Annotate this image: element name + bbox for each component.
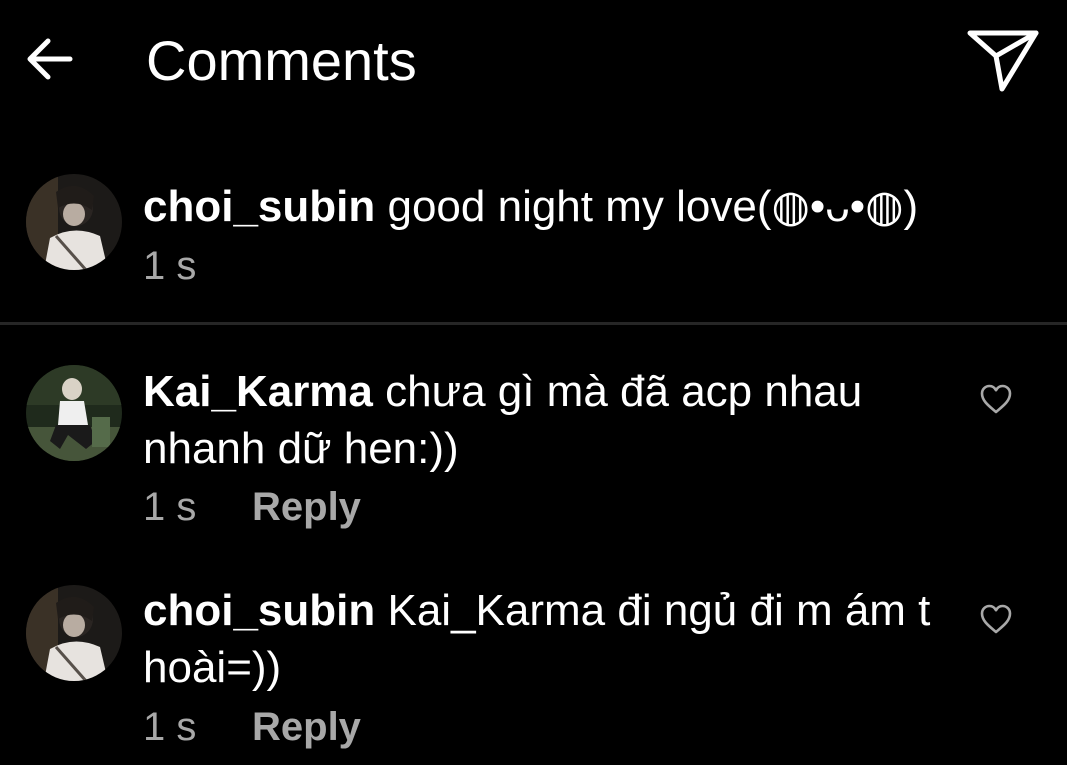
like-button[interactable]	[979, 383, 1013, 415]
reply-button[interactable]: Reply	[252, 483, 361, 531]
caption-timestamp: 1 s	[143, 244, 197, 288]
avatar[interactable]	[26, 585, 122, 681]
post-caption: choi_subin good night my love(◍•ᴗ•◍) 1 s	[0, 170, 1067, 325]
reply-button[interactable]: Reply	[252, 703, 361, 751]
comment-username[interactable]: Kai_Karma	[143, 367, 373, 416]
comment-text-block: Kai_Karma chưa gì mà đã acp nhau nhanh d…	[143, 363, 933, 477]
comment-text-block: choi_subin Kai_Karma đi ngủ đi m ám t ho…	[143, 582, 933, 696]
comment-item: Kai_Karma chưa gì mà đã acp nhau nhanh d…	[0, 360, 1067, 540]
avatar-photo	[26, 585, 122, 681]
caption-text: good night my love(◍•ᴗ•◍)	[387, 182, 919, 231]
avatar-photo	[26, 174, 122, 270]
like-button[interactable]	[979, 603, 1013, 635]
comment-timestamp: 1 s	[143, 705, 197, 749]
divider	[0, 322, 1067, 325]
comment-item: choi_subin Kai_Karma đi ngủ đi m ám t ho…	[0, 582, 1067, 765]
avatar[interactable]	[26, 174, 122, 270]
caption-text-block: choi_subin good night my love(◍•ᴗ•◍)	[143, 178, 933, 235]
header-bar: Comments	[0, 0, 1067, 125]
caption-username[interactable]: choi_subin	[143, 182, 375, 231]
heart-outline-icon	[980, 384, 1012, 414]
comment-timestamp: 1 s	[143, 485, 197, 529]
back-button[interactable]	[22, 34, 76, 84]
comment-username[interactable]: choi_subin	[143, 586, 375, 635]
share-button[interactable]	[966, 28, 1040, 94]
page-title: Comments	[146, 29, 417, 92]
heart-outline-icon	[980, 604, 1012, 634]
avatar-photo	[26, 365, 122, 461]
paper-plane-icon	[967, 30, 1039, 92]
avatar[interactable]	[26, 365, 122, 461]
arrow-left-icon	[27, 38, 73, 80]
